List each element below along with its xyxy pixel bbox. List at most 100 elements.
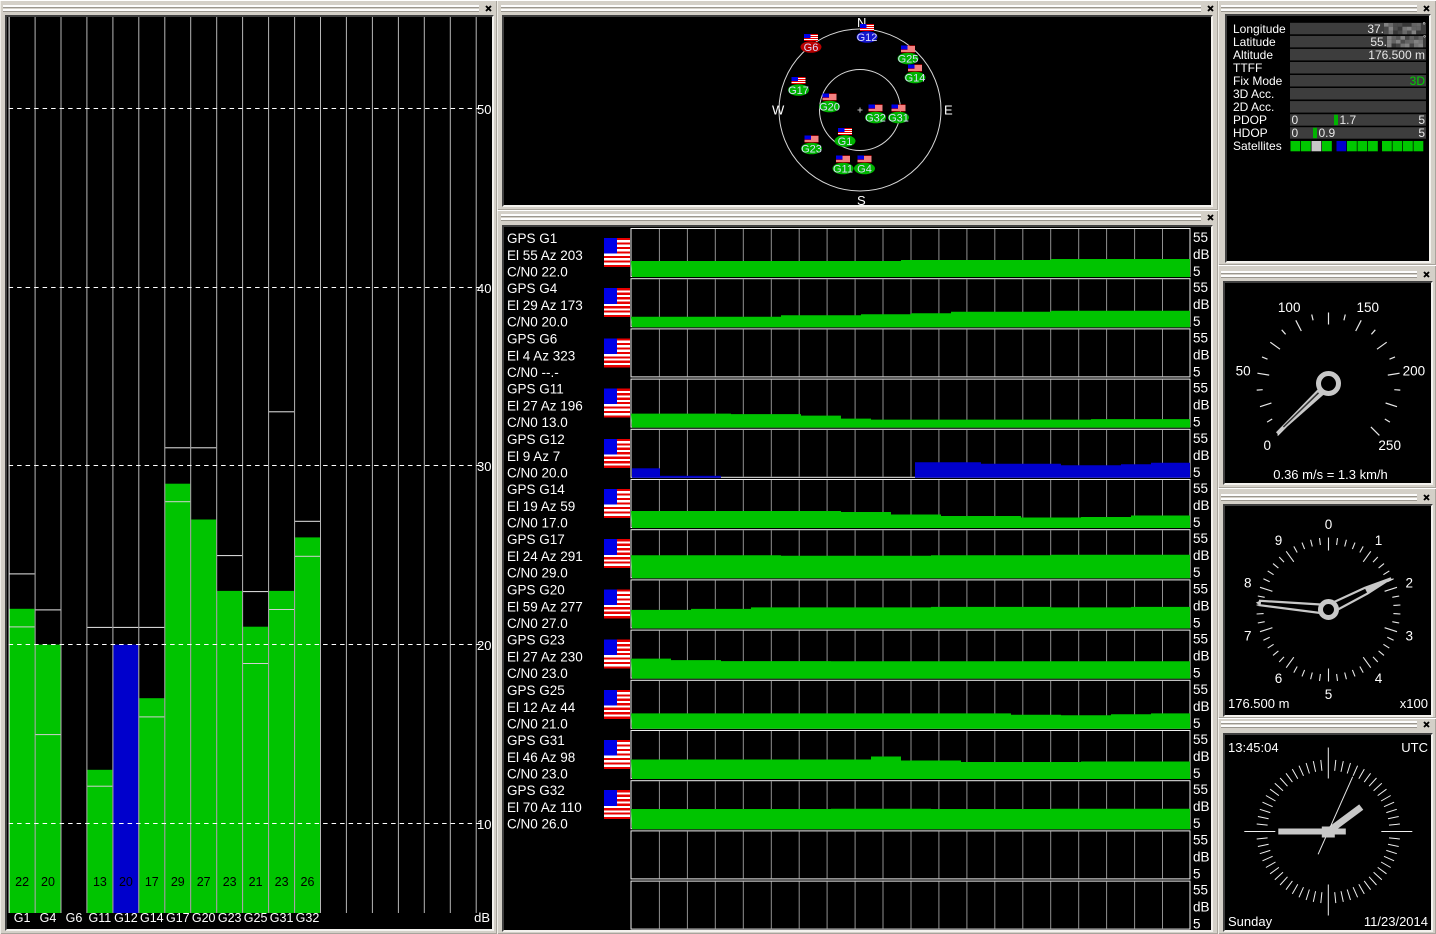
svg-text:5: 5 [1193, 716, 1201, 731]
svg-text:C/N0 23.0: C/N0 23.0 [507, 666, 568, 681]
svg-text:El 59 Az 277: El 59 Az 277 [507, 599, 583, 614]
svg-text:El 27 Az 196: El 27 Az 196 [507, 399, 583, 414]
svg-text:27: 27 [197, 875, 211, 889]
svg-text:26: 26 [301, 875, 315, 889]
svg-text:G32: G32 [865, 113, 886, 125]
svg-text:5: 5 [1193, 415, 1201, 430]
svg-text:20: 20 [477, 638, 491, 653]
svg-text:1.7: 1.7 [1340, 113, 1357, 127]
svg-text:55: 55 [1193, 782, 1208, 797]
svg-text:55: 55 [1193, 531, 1208, 546]
svg-text:8: 8 [1244, 576, 1252, 591]
svg-text:5: 5 [1418, 113, 1425, 127]
svg-text:C/N0 13.0: C/N0 13.0 [507, 415, 568, 430]
svg-text:El 19 Az 59: El 19 Az 59 [507, 499, 575, 514]
svg-text:G31: G31 [888, 113, 909, 125]
svg-text:El 46 Az 98: El 46 Az 98 [507, 750, 575, 765]
svg-text:29: 29 [171, 875, 185, 889]
svg-text:55: 55 [1193, 832, 1208, 847]
svg-text:55: 55 [1193, 330, 1208, 345]
svg-text:S: S [857, 193, 866, 205]
svg-text:G12: G12 [114, 911, 138, 925]
svg-text:C/N0 --.-: C/N0 --.- [507, 365, 559, 380]
svg-text:dB: dB [1193, 849, 1210, 864]
svg-text:40: 40 [477, 281, 491, 296]
svg-text:5: 5 [1193, 615, 1201, 630]
svg-text:G1: G1 [838, 136, 853, 148]
svg-text:5: 5 [1193, 816, 1201, 831]
svg-text:5: 5 [1193, 264, 1201, 279]
svg-text:El 29 Az 173: El 29 Az 173 [507, 298, 583, 313]
svg-text:El 4 Az 323: El 4 Az 323 [507, 348, 575, 363]
svg-text:GPS G4: GPS G4 [507, 281, 558, 296]
svg-text:dB: dB [1193, 347, 1210, 362]
svg-text:El 55 Az 203: El 55 Az 203 [507, 248, 583, 263]
svg-text:30: 30 [477, 459, 491, 474]
svg-text:55: 55 [1193, 431, 1208, 446]
svg-text:100: 100 [1278, 300, 1301, 315]
svg-text:dB: dB [1193, 598, 1210, 613]
svg-text:dB: dB [1193, 247, 1210, 262]
svg-text:5: 5 [1193, 666, 1201, 681]
svg-text:Fix Mode: Fix Mode [1233, 74, 1283, 88]
svg-text:55: 55 [1193, 230, 1208, 245]
svg-text:PDOP: PDOP [1233, 113, 1267, 127]
svg-text:G20: G20 [819, 102, 840, 114]
svg-text:C/N0 27.0: C/N0 27.0 [507, 616, 568, 631]
svg-text:GPS G1: GPS G1 [507, 231, 557, 246]
svg-text:0.36 m/s = 1.3 km/h: 0.36 m/s = 1.3 km/h [1273, 467, 1388, 482]
svg-text:C/N0 26.0: C/N0 26.0 [507, 817, 568, 832]
svg-text:50: 50 [477, 102, 491, 117]
svg-text:dB: dB [1193, 699, 1210, 714]
svg-text:GPS G32: GPS G32 [507, 783, 565, 798]
svg-text:dB: dB [1193, 548, 1210, 563]
svg-text:x100: x100 [1400, 696, 1428, 711]
svg-text:C/N0 23.0: C/N0 23.0 [507, 767, 568, 782]
svg-text:E: E [944, 103, 953, 118]
svg-text:C/N0 20.0: C/N0 20.0 [507, 465, 568, 480]
svg-text:20: 20 [41, 875, 55, 889]
svg-text:0: 0 [1292, 126, 1299, 140]
svg-text:G12: G12 [857, 32, 878, 44]
svg-text:13: 13 [93, 875, 107, 889]
svg-text:dB: dB [1193, 749, 1210, 764]
svg-text:6: 6 [1275, 671, 1283, 686]
svg-text:55: 55 [1193, 481, 1208, 496]
svg-text:11/23/2014: 11/23/2014 [1364, 914, 1428, 929]
svg-text:2: 2 [1406, 576, 1414, 591]
svg-text:G31: G31 [270, 911, 294, 925]
svg-text:G17: G17 [166, 911, 190, 925]
svg-text:UTC: UTC [1401, 740, 1428, 755]
svg-text:El 24 Az 291: El 24 Az 291 [507, 549, 583, 564]
svg-text:1: 1 [1375, 533, 1383, 548]
svg-text:G17: G17 [788, 85, 809, 97]
svg-text:17: 17 [145, 875, 159, 889]
svg-text:Latitude: Latitude [1233, 35, 1276, 49]
svg-text:0: 0 [1264, 438, 1272, 453]
svg-text:23: 23 [223, 875, 237, 889]
svg-text:dB: dB [1193, 398, 1210, 413]
svg-text:50: 50 [1236, 364, 1251, 379]
svg-text:7: 7 [1244, 628, 1252, 643]
svg-text:0.9: 0.9 [1319, 126, 1336, 140]
svg-text:dB: dB [474, 910, 490, 925]
svg-text:dB: dB [1193, 297, 1210, 312]
svg-text:250: 250 [1378, 438, 1401, 453]
svg-text:GPS G23: GPS G23 [507, 633, 565, 648]
svg-text:El 12 Az 44: El 12 Az 44 [507, 700, 576, 715]
svg-text:0: 0 [1292, 113, 1299, 127]
svg-text:C/N0 29.0: C/N0 29.0 [507, 566, 568, 581]
svg-text:5: 5 [1193, 314, 1201, 329]
svg-text:Altitude: Altitude [1233, 48, 1273, 62]
svg-text:G1: G1 [14, 911, 31, 925]
svg-text:Satellites: Satellites [1233, 139, 1282, 153]
svg-text:El 70 Az 110: El 70 Az 110 [507, 800, 582, 815]
svg-text:C/N0 17.0: C/N0 17.0 [507, 516, 568, 531]
svg-text:G4: G4 [857, 164, 872, 176]
svg-text:150: 150 [1357, 300, 1380, 315]
svg-text:23: 23 [275, 875, 289, 889]
svg-text:G25: G25 [244, 911, 268, 925]
svg-text:°: ° [1423, 34, 1426, 43]
svg-text:W: W [772, 103, 785, 118]
svg-text:13:45:04: 13:45:04 [1228, 740, 1279, 755]
